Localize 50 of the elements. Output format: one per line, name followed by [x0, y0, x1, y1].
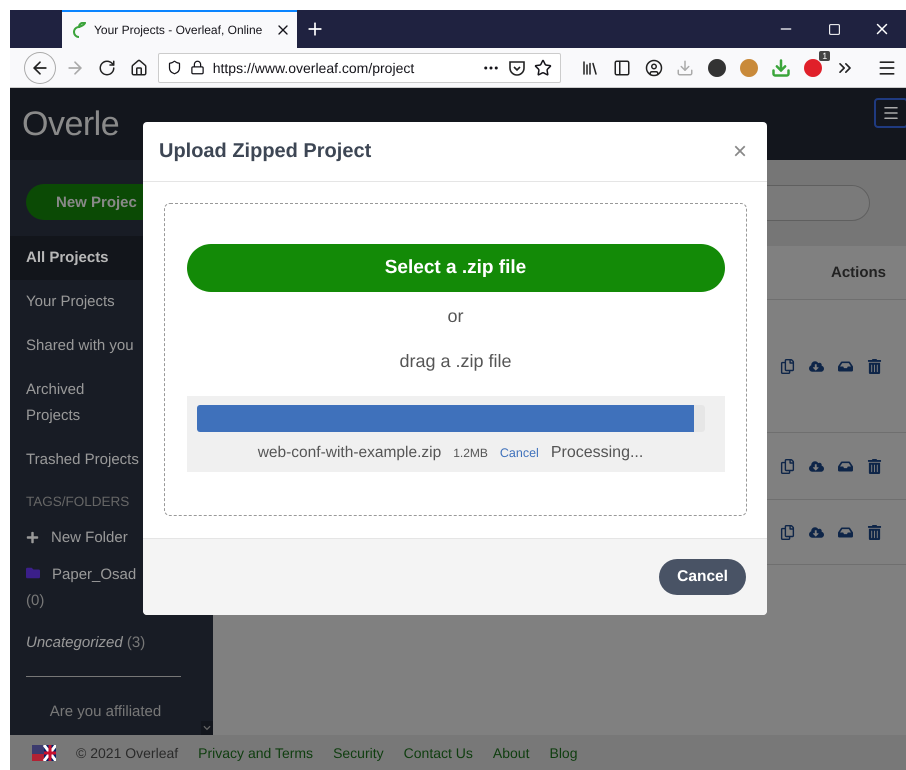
menu-button[interactable]: [874, 98, 906, 128]
lock-icon: [190, 60, 205, 75]
drop-zone[interactable]: Select a .zip file or drag a .zip file web-conf-with-example.zip 1.2MB Cancel Processing...: [164, 203, 747, 516]
folder-item[interactable]: Paper_Osad (0): [10, 554, 170, 622]
inbox-icon[interactable]: [838, 524, 853, 540]
copy-icon[interactable]: [780, 358, 795, 374]
cloud-download-icon[interactable]: [809, 458, 824, 474]
star-icon[interactable]: [534, 58, 552, 76]
or-text: or: [447, 306, 464, 327]
plus-icon: [26, 531, 39, 544]
cloud-download-icon[interactable]: [809, 524, 824, 540]
inbox-icon[interactable]: [838, 358, 853, 374]
logo[interactable]: Overle: [22, 104, 120, 144]
sidebar-item[interactable]: Archived Projects: [10, 368, 130, 438]
trash-icon[interactable]: [867, 524, 882, 540]
pocket-icon[interactable]: [508, 58, 526, 76]
leaf-icon: [72, 22, 86, 38]
count-badge: 1: [819, 50, 830, 60]
scroll-down-icon[interactable]: [201, 721, 213, 735]
copyright-text: © 2021 Overleaf: [76, 744, 178, 760]
home-icon[interactable]: [130, 58, 148, 76]
address-bar[interactable]: https://www.overleaf.com/project: [158, 52, 561, 82]
back-button[interactable]: [24, 52, 56, 84]
file-size: 1.2MB: [453, 446, 488, 460]
inbox-icon[interactable]: [838, 458, 853, 474]
select-file-button[interactable]: Select a .zip file: [186, 244, 724, 292]
trash-icon[interactable]: [867, 458, 882, 474]
maximize-icon[interactable]: [828, 22, 840, 36]
trash-icon[interactable]: [867, 358, 882, 374]
menu-icon: [882, 104, 900, 122]
affiliation-prompt: Are you affiliated: [50, 703, 162, 720]
shield-icon: [166, 60, 182, 75]
new-folder-link[interactable]: New Folder: [10, 521, 213, 554]
browser-tab[interactable]: Your Projects - Overleaf, Online: [62, 10, 297, 48]
download-arrow-icon[interactable]: [771, 58, 792, 78]
cancel-button[interactable]: Cancel: [659, 559, 746, 595]
uncategorized-item[interactable]: Uncategorized (3): [10, 622, 213, 664]
column-header: Actions: [830, 264, 886, 281]
cloud-download-icon[interactable]: [809, 358, 824, 374]
flag-icon[interactable]: [32, 744, 56, 760]
section-heading: TAGS/FOLDERS: [25, 493, 130, 511]
upload-status: Processing...: [550, 444, 644, 462]
copy-icon[interactable]: [780, 524, 795, 540]
cancel-link[interactable]: Cancel: [500, 446, 539, 460]
drag-hint: drag a .zip file: [399, 351, 512, 372]
close-button[interactable]: ×: [728, 138, 751, 166]
reload-icon[interactable]: [98, 58, 116, 76]
copy-icon[interactable]: [780, 458, 795, 474]
dialog-title: Upload Zipped Project: [159, 140, 372, 163]
file-name: web-conf-with-example.zip: [258, 444, 442, 462]
